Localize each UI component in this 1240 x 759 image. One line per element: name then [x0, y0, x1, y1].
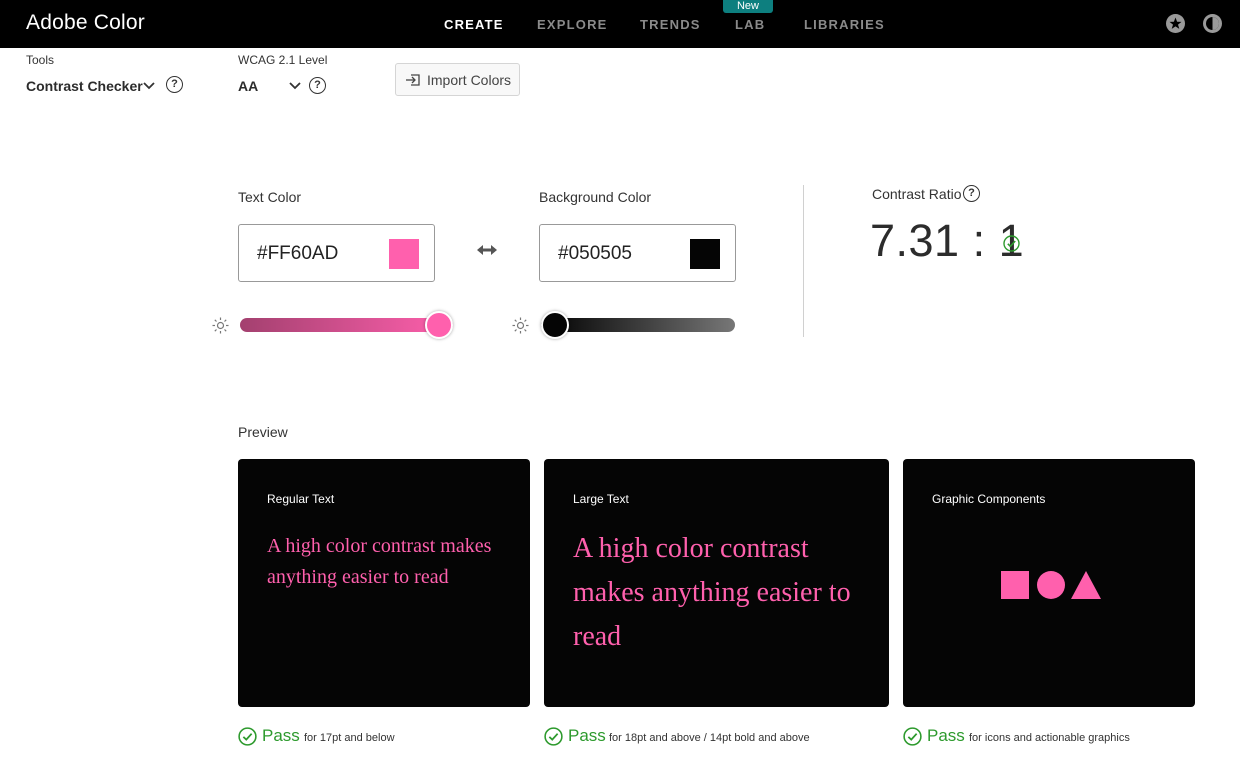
text-color-hex[interactable]: #FF60AD [257, 243, 338, 265]
text-color-label: Text Color [238, 189, 302, 205]
pass-check-icon [544, 727, 563, 746]
pass-status: Pass [927, 726, 965, 745]
graphic-shapes [1001, 571, 1101, 599]
contrast-ratio-label: Contrast Ratio [872, 186, 962, 202]
pass-status: Pass [568, 726, 606, 745]
import-colors-button[interactable]: Import Colors [395, 63, 520, 96]
preview-card-graphic: Graphic Components [903, 459, 1195, 707]
square-shape [1001, 571, 1029, 599]
brightness-icon [212, 317, 229, 334]
theme-toggle-icon[interactable] [1203, 14, 1222, 33]
text-color-brightness-slider[interactable] [240, 318, 453, 332]
card-title: Graphic Components [932, 492, 1046, 506]
text-color-slider-handle[interactable] [425, 311, 453, 339]
triangle-shape [1071, 571, 1101, 599]
nav-libraries[interactable]: LIBRARIES [804, 17, 885, 32]
nav-lab[interactable]: LAB [735, 17, 765, 32]
preview-label: Preview [238, 424, 288, 440]
card-title: Regular Text [267, 492, 335, 506]
circle-shape [1037, 571, 1065, 599]
top-bar: Adobe Color CREATE EXPLORE TRENDS LAB LI… [0, 0, 1240, 48]
tool-select-value[interactable]: Contrast Checker [26, 78, 143, 94]
pass-description: for 18pt and above / 14pt bold and above [609, 732, 810, 744]
preview-card-large: Large Text A high color contrast makes a… [544, 459, 889, 707]
brightness-icon [512, 317, 529, 334]
pass-check-icon [903, 727, 922, 746]
wcag-select-value[interactable]: AA [238, 78, 258, 94]
wcag-chevron-down-icon[interactable] [288, 79, 302, 93]
pass-status: Pass [262, 726, 300, 745]
background-color-swatch[interactable] [690, 239, 720, 269]
regular-text-sample: A high color contrast makes anything eas… [267, 535, 492, 588]
import-icon [406, 74, 420, 86]
large-text-sample: A high color contrast makes anything eas… [573, 533, 851, 652]
contrast-pass-check-icon [1003, 235, 1020, 252]
new-badge: New [723, 0, 773, 13]
favorites-star-icon[interactable] [1166, 14, 1185, 33]
background-color-label: Background Color [539, 189, 652, 205]
background-color-field[interactable]: #050505 [539, 224, 736, 282]
contrast-ratio-value: 7.31 : 1 [870, 215, 1025, 266]
background-color-slider-handle[interactable] [541, 311, 569, 339]
section-divider [803, 185, 804, 337]
nav-create[interactable]: CREATE [444, 17, 504, 32]
wcag-help-icon[interactable]: ? [309, 77, 326, 94]
card-title: Large Text [573, 492, 629, 506]
tool-help-icon[interactable]: ? [166, 76, 183, 93]
import-colors-label: Import Colors [427, 72, 512, 88]
tools-label: Tools [26, 53, 55, 67]
app-logo[interactable]: Adobe Color [26, 11, 145, 35]
swap-colors-icon[interactable] [477, 243, 497, 257]
text-color-field[interactable]: #FF60AD [238, 224, 435, 282]
contrast-help-icon[interactable]: ? [963, 185, 980, 202]
text-color-swatch[interactable] [389, 239, 419, 269]
tool-chevron-down-icon[interactable] [142, 79, 156, 93]
pass-check-icon [238, 727, 257, 746]
nav-explore[interactable]: EXPLORE [537, 17, 608, 32]
nav-trends[interactable]: TRENDS [640, 17, 701, 32]
pass-description: for 17pt and below [304, 732, 395, 744]
pass-description: for icons and actionable graphics [969, 732, 1130, 744]
wcag-label: WCAG 2.1 Level [238, 53, 328, 67]
background-color-hex[interactable]: #050505 [558, 243, 632, 265]
preview-card-regular: Regular Text A high color contrast makes… [238, 459, 530, 707]
background-color-brightness-slider[interactable] [541, 318, 735, 332]
